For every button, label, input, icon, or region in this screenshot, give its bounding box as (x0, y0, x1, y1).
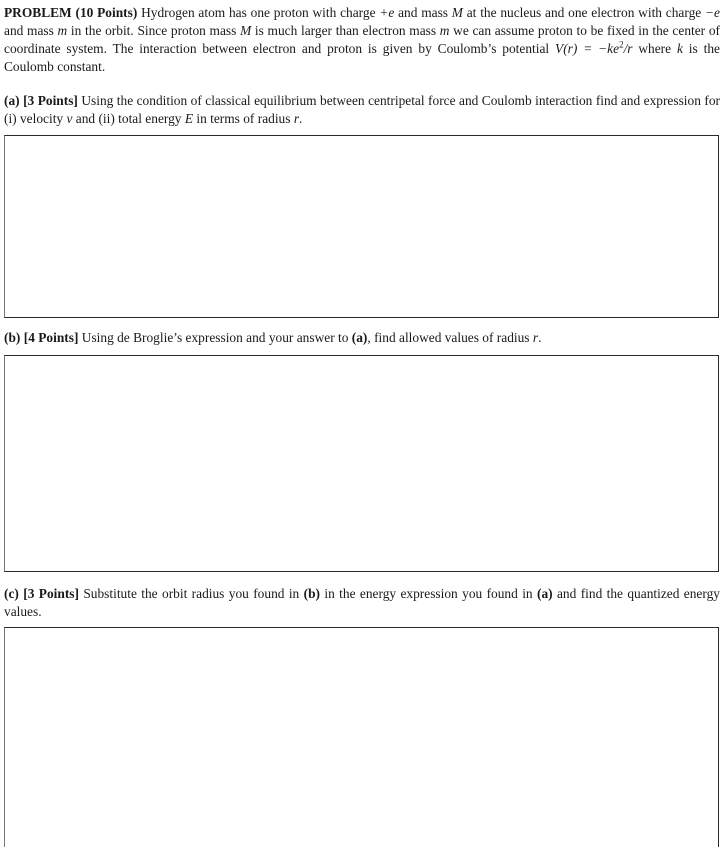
question-c: (c) [3 Points] Substitute the orbit radi… (4, 586, 720, 619)
question-b: (b) [4 Points] Using de Broglie’s expres… (4, 330, 542, 345)
question-c-points: [3 Points] (23, 586, 79, 601)
question-c-label: (c) (4, 586, 19, 601)
problem-statement: PROBLEM (10 Points) Hydrogen atom has on… (4, 5, 720, 74)
answer-box-b[interactable] (4, 355, 719, 572)
answer-box-a[interactable] (4, 135, 719, 318)
question-a-points: [3 Points] (23, 93, 78, 108)
question-a-label: (a) (4, 93, 20, 108)
question-b-label: (b) (4, 330, 21, 345)
answer-box-c[interactable] (4, 627, 719, 847)
question-b-points: [4 Points] (23, 330, 79, 345)
question-a: (a) [3 Points] Using the condition of cl… (4, 93, 720, 126)
problem-heading: PROBLEM (10 Points) (4, 5, 138, 20)
